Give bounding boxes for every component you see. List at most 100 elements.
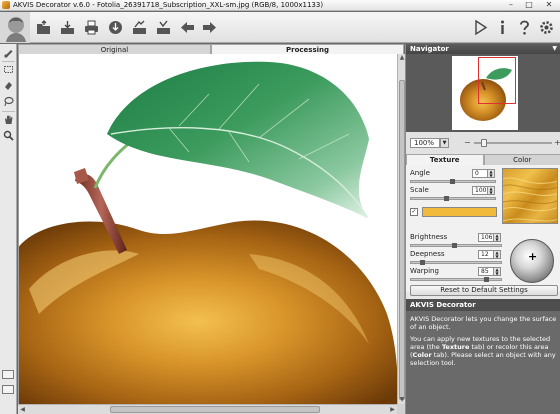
brightness-slider-handle[interactable] [452, 243, 457, 248]
main-toolbar [0, 12, 560, 43]
foreground-color-swatch[interactable] [2, 370, 14, 379]
info-icon [500, 20, 504, 34]
texture-settings: Angle 0 ▲ ▼ Scale 100 ▲ ▼ ✓ Brightness 106… [406, 165, 560, 292]
settings-button[interactable] [536, 18, 556, 36]
lasso-icon [4, 96, 14, 107]
akvis-logo-icon [0, 12, 30, 43]
batch-icon [132, 20, 146, 34]
background-color-swatch[interactable] [2, 385, 14, 394]
hand-tool[interactable] [2, 113, 15, 126]
navigator-title: Navigator [410, 45, 449, 53]
help-paragraph-1: AKVIS Decorator lets you change the surf… [410, 315, 557, 331]
zoom-input[interactable]: 100% [410, 138, 440, 148]
print-button[interactable] [81, 18, 101, 36]
share-icon [108, 20, 122, 34]
save-icon [60, 20, 74, 34]
horizontal-scrollbar[interactable]: ◀ ▶ [18, 404, 397, 414]
navigator-view-rectangle[interactable] [478, 57, 516, 104]
save-button[interactable] [57, 18, 77, 36]
settings-tabs: Texture Color [406, 154, 560, 165]
horizontal-scroll-thumb[interactable] [110, 406, 320, 413]
warping-input[interactable]: 85 [478, 267, 494, 276]
help-text-segment: tab). Please select an object with any s… [410, 351, 556, 367]
view-tabs: Original Processing [18, 44, 404, 54]
color-overlay-checkbox[interactable]: ✓ [410, 208, 418, 216]
zoom-out-button[interactable]: − [464, 138, 471, 148]
hand-icon [5, 115, 13, 124]
angle-slider-handle[interactable] [450, 179, 455, 184]
lasso-tool[interactable] [2, 95, 15, 108]
tab-original[interactable]: Original [18, 44, 211, 54]
minimize-button[interactable]: – [502, 0, 520, 11]
maximize-button[interactable]: □ [520, 0, 538, 11]
scale-label: Scale [410, 186, 429, 194]
undo-button[interactable] [177, 18, 197, 36]
deepness-label: Deepness [410, 250, 445, 258]
brightness-label: Brightness [410, 233, 448, 241]
reset-defaults-button[interactable]: Reset to Default Settings [410, 285, 558, 296]
brightness-spinner[interactable]: ▲ ▼ [494, 233, 501, 242]
scale-spinner[interactable]: ▲ ▼ [488, 186, 495, 195]
redo-icon [202, 21, 216, 33]
batch-button[interactable] [129, 18, 149, 36]
help-texture-term: Texture [441, 343, 470, 351]
eraser-icon [5, 82, 12, 90]
help-icon [519, 20, 529, 35]
zoom-icon [3, 130, 14, 141]
angle-label: Angle [410, 169, 430, 177]
brush-icon [4, 50, 13, 58]
navigator-header: Navigator ▼ [406, 44, 560, 54]
scroll-left-icon[interactable]: ◀ [18, 405, 27, 414]
scale-slider-handle[interactable] [444, 196, 449, 201]
angle-input[interactable]: 0 [472, 169, 488, 178]
help-text: AKVIS Decorator lets you change the surf… [406, 311, 560, 414]
zoom-slider-handle[interactable] [481, 139, 488, 147]
tab-color[interactable]: Color [483, 154, 560, 165]
selection-brush-tool[interactable] [2, 46, 15, 59]
deepness-spinner[interactable]: ▲ ▼ [494, 250, 501, 259]
scale-slider[interactable] [410, 197, 496, 200]
rect-select-icon [4, 66, 13, 73]
rectangle-selection-tool[interactable] [2, 63, 15, 76]
vertical-scrollbar[interactable]: ▲ ▼ [397, 54, 405, 404]
window-title: AKVIS Decorator v.6.0 - Fotolia_26391718… [13, 1, 324, 9]
tools-panel [0, 44, 17, 414]
tab-texture[interactable]: Texture [406, 154, 484, 165]
eraser-tool[interactable] [2, 79, 15, 92]
collapse-icon[interactable]: ▼ [552, 44, 557, 54]
help-color-term: Color [412, 351, 432, 359]
zoom-dropdown-icon[interactable]: ▼ [440, 138, 449, 148]
gear-icon [539, 20, 553, 34]
run-button[interactable] [470, 18, 490, 36]
share-button[interactable] [105, 18, 125, 36]
angle-spinner[interactable]: ▲ ▼ [488, 169, 495, 178]
deepness-slider-handle[interactable] [420, 260, 425, 265]
zoom-tool[interactable] [2, 129, 15, 142]
light-source-marker[interactable]: + [528, 251, 537, 263]
navigator-thumbnail[interactable] [452, 56, 518, 130]
zoom-in-button[interactable]: + [554, 138, 560, 148]
image-canvas[interactable] [18, 54, 397, 404]
tab-processing[interactable]: Processing [211, 44, 404, 54]
texture-color-bar[interactable] [422, 207, 497, 217]
undo-icon [180, 21, 194, 33]
scroll-corner [397, 404, 405, 414]
help-paragraph-2: You can apply new textures to the select… [410, 335, 557, 367]
presets-button[interactable] [153, 18, 173, 36]
warping-spinner[interactable]: ▲ ▼ [494, 267, 501, 276]
warping-slider-handle[interactable] [484, 277, 489, 282]
deepness-input[interactable]: 12 [478, 250, 494, 259]
presets-icon [156, 20, 170, 34]
close-button[interactable]: ✕ [538, 0, 560, 11]
help-button[interactable] [514, 18, 534, 36]
info-button[interactable] [492, 18, 512, 36]
zoom-controls: 100% ▼ − + [406, 132, 560, 154]
redo-button[interactable] [199, 18, 219, 36]
open-button[interactable] [33, 18, 53, 36]
scale-input[interactable]: 100 [472, 186, 488, 195]
scroll-right-icon[interactable]: ▶ [388, 405, 397, 414]
light-direction-sphere[interactable]: + [510, 239, 554, 283]
brightness-input[interactable]: 106 [478, 233, 494, 242]
settings-panel: Navigator ▼ 100% ▼ − + Texture Color Ang… [405, 44, 560, 414]
texture-sample[interactable] [502, 168, 558, 224]
